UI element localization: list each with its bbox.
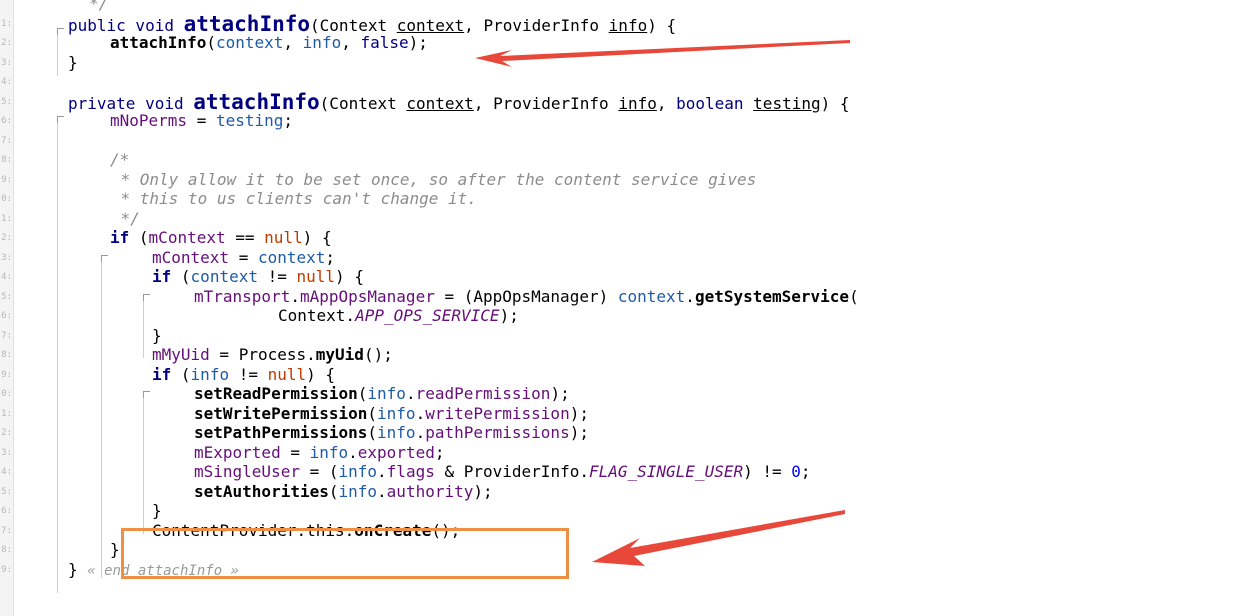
annotation-arrows xyxy=(475,40,850,566)
arrow-icon xyxy=(592,510,845,566)
arrow-icon xyxy=(475,40,850,67)
